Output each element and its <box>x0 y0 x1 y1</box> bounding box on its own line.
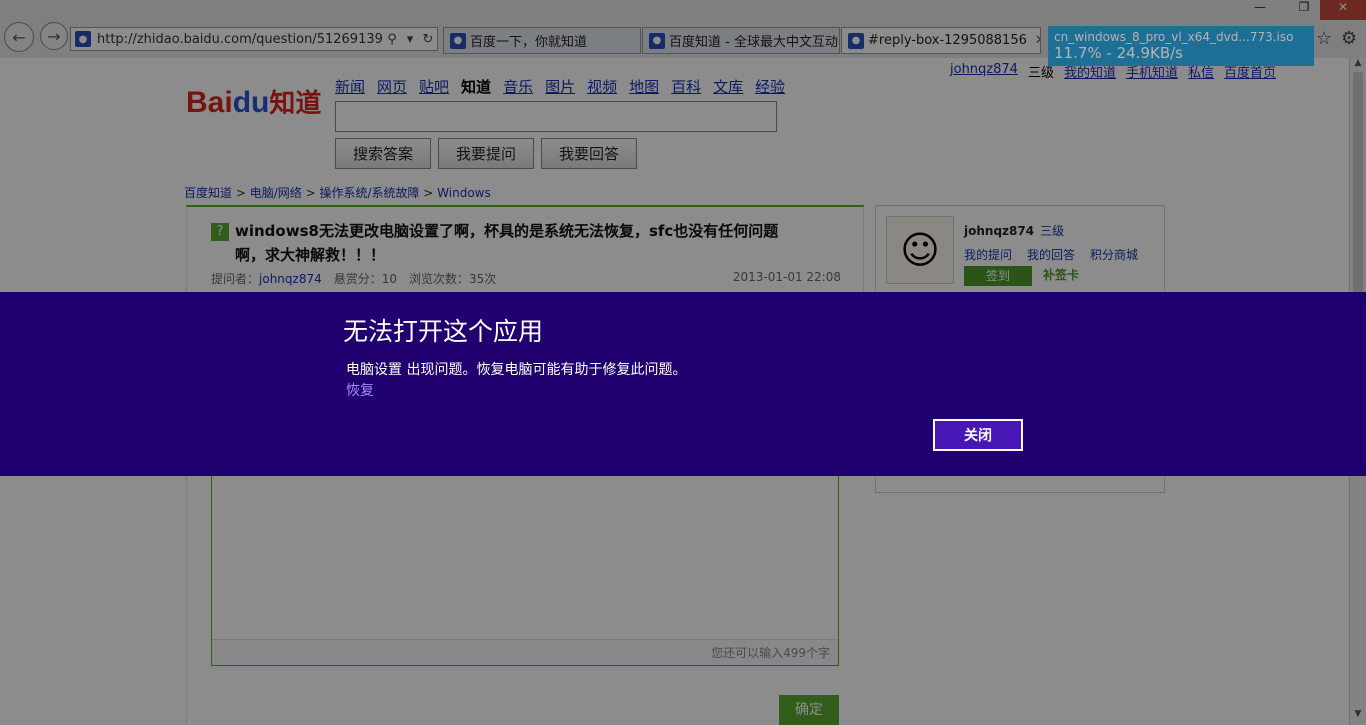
forward-button[interactable]: → <box>40 22 68 50</box>
sidebar-username[interactable]: johnqz874 三级 <box>964 222 1064 239</box>
tab-zhidao[interactable]: ● 百度知道 - 全球最大中文互动... <box>642 27 840 54</box>
question-meta: 提问者：johnqz874 悬赏分：10 浏览次数：35次 2013-01-01… <box>211 270 841 287</box>
reply-textarea[interactable]: 您还可以输入499个字 <box>211 476 839 666</box>
chevron-down-icon[interactable]: ▾ <box>401 32 419 47</box>
minimize-button[interactable]: — <box>1238 0 1282 20</box>
close-tab-icon[interactable]: ✕ <box>1027 33 1040 48</box>
download-filename: cn_windows_8_pro_vl_x64_dvd...773.iso <box>1054 30 1294 44</box>
logo-paw: du <box>232 86 270 119</box>
close-button[interactable]: 关闭 <box>933 419 1023 451</box>
app-error-banner: 无法打开这个应用 电脑设置 出现问题。恢复电脑可能有助于修复此问题。 恢复 关闭 <box>0 292 1366 476</box>
recover-link[interactable]: 恢复 <box>346 380 374 400</box>
submit-button[interactable]: 确定 <box>779 695 839 725</box>
nav-images[interactable]: 图片 <box>545 76 575 97</box>
question-date: 2013-01-01 22:08 <box>732 270 841 284</box>
tab-label: 百度知道 - 全球最大中文互动... <box>669 35 840 50</box>
content-divider <box>186 476 187 725</box>
sign-in-button[interactable]: 签到 <box>964 266 1032 286</box>
nav-baike[interactable]: 百科 <box>671 76 701 97</box>
search-answers-button[interactable]: 搜索答案 <box>335 138 431 169</box>
download-progress: 11.7% - 24.9KB/s <box>1054 44 1183 62</box>
logo-text: Bai <box>186 86 233 119</box>
char-counter: 您还可以输入499个字 <box>212 639 838 665</box>
makeup-card-link[interactable]: 补签卡 <box>1043 266 1079 283</box>
reward: 悬赏分：10 <box>333 272 398 286</box>
points-mall-link[interactable]: 积分商城 <box>1090 246 1138 263</box>
baidu-favicon-icon: ● <box>848 32 864 49</box>
tab-baidu-home[interactable]: ● 百度一下，你就知道 <box>443 27 641 54</box>
baidu-favicon-icon: ● <box>75 31 91 47</box>
nav-map[interactable]: 地图 <box>629 76 659 97</box>
address-url[interactable]: http://zhidao.baidu.com/question/5126913… <box>97 32 383 47</box>
nav-wenku[interactable]: 文库 <box>713 76 743 97</box>
nav-video[interactable]: 视频 <box>587 76 617 97</box>
gear-icon[interactable]: ⚙ <box>1341 28 1357 49</box>
error-message: 电脑设置 出现问题。恢复电脑可能有助于修复此问题。 <box>346 362 687 378</box>
nav-web[interactable]: 网页 <box>377 76 407 97</box>
nav-jingyan[interactable]: 经验 <box>755 76 785 97</box>
window-close-button[interactable]: ✕ <box>1320 0 1366 20</box>
search-icon[interactable]: ⚲ <box>383 32 401 47</box>
views: 浏览次数：35次 <box>409 272 497 286</box>
question-title: windows8无法更改电脑设置了啊，杯具的是系统无法恢复，sfc也没有任何问题… <box>235 222 779 264</box>
search-input[interactable] <box>335 101 777 132</box>
crumb-windows[interactable]: Windows <box>437 186 491 200</box>
logo-zhidao: 知道 <box>269 88 322 118</box>
sidebar-links: 我的提问 我的回答 积分商城 <box>964 246 1138 263</box>
back-button[interactable]: ← <box>4 22 34 52</box>
username-link[interactable]: johnqz874 <box>950 62 1018 81</box>
nav-music[interactable]: 音乐 <box>503 76 533 97</box>
ask-question-button[interactable]: 我要提问 <box>438 138 534 169</box>
answer-button[interactable]: 我要回答 <box>541 138 637 169</box>
avatar[interactable]: ☺ <box>886 216 954 284</box>
error-title: 无法打开这个应用 <box>343 317 544 346</box>
breadcrumb: 百度知道 > 电脑/网络 > 操作系统/系统故障 > Windows <box>184 186 491 200</box>
question-mark-icon: ? <box>211 223 229 241</box>
asker-label: 提问者： <box>211 272 260 286</box>
nav-tieba[interactable]: 贴吧 <box>419 76 449 97</box>
tab-label: #reply-box-1295088156 <box>868 33 1027 48</box>
baidu-favicon-icon: ● <box>649 32 665 49</box>
my-questions-link[interactable]: 我的提问 <box>964 246 1012 263</box>
download-notification[interactable]: cn_windows_8_pro_vl_x64_dvd...773.iso 11… <box>1048 26 1314 66</box>
asker-link[interactable]: johnqz874 <box>259 272 322 286</box>
refresh-icon[interactable]: ↻ <box>419 32 437 47</box>
baidu-zhidao-logo[interactable]: Baidu知道 <box>186 83 321 120</box>
question-box: ? windows8无法更改电脑设置了啊，杯具的是系统无法恢复，sfc也没有任何… <box>186 205 864 305</box>
crumb-computer[interactable]: 电脑/网络 <box>250 186 302 200</box>
favorites-star-icon[interactable]: ☆ <box>1316 28 1332 49</box>
sidebar-level: 三级 <box>1040 224 1065 238</box>
my-answers-link[interactable]: 我的回答 <box>1027 246 1075 263</box>
sidebar-name: johnqz874 <box>964 224 1035 238</box>
top-nav: 新闻 网页 贴吧 知道 音乐 图片 视频 地图 百科 文库 经验 <box>335 76 785 97</box>
crumb-os[interactable]: 操作系统/系统故障 <box>319 186 419 200</box>
crumb-zhidao[interactable]: 百度知道 <box>184 186 232 200</box>
nav-news[interactable]: 新闻 <box>335 76 365 97</box>
tab-reply-box[interactable]: ● #reply-box-1295088156 ✕ <box>841 27 1041 54</box>
address-bar[interactable]: ● http://zhidao.baidu.com/question/51269… <box>70 27 438 51</box>
baidu-favicon-icon: ● <box>450 32 466 49</box>
nav-zhidao[interactable]: 知道 <box>461 76 491 97</box>
scroll-down-icon[interactable]: ▼ <box>1350 709 1366 725</box>
tab-label: 百度一下，你就知道 <box>470 35 588 50</box>
